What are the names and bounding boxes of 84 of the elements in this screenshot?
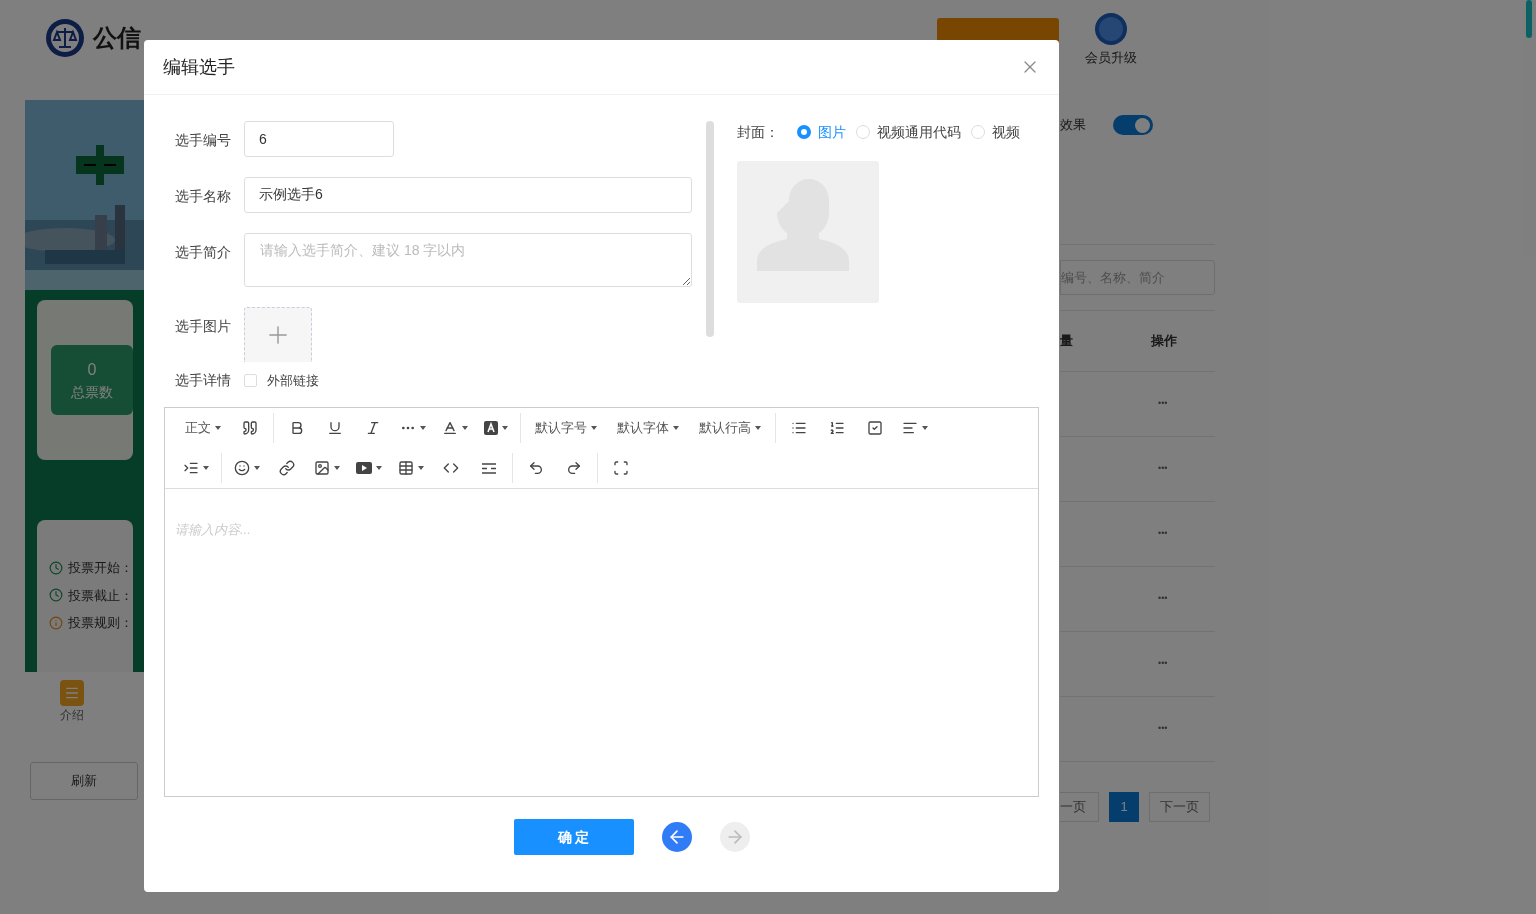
info-label: 投票开始： bbox=[68, 559, 133, 577]
effect-toggle[interactable] bbox=[1113, 115, 1153, 135]
text-field[interactable]: 6 bbox=[244, 121, 394, 157]
clock-icon bbox=[49, 560, 63, 575]
cover-label: 封面： bbox=[737, 122, 779, 142]
divider-icon bbox=[482, 462, 496, 474]
caret-icon bbox=[922, 426, 928, 430]
checkbox-label[interactable]: 外部链接 bbox=[267, 370, 319, 391]
field-label: 选手名称 bbox=[175, 187, 232, 206]
dialog-title: 编辑选手 bbox=[163, 55, 235, 79]
highlight-icon bbox=[484, 421, 498, 435]
row-actions-menu[interactable]: ••• bbox=[1158, 722, 1168, 736]
caret-icon bbox=[462, 426, 468, 430]
caret-icon bbox=[334, 466, 340, 470]
caret-icon bbox=[673, 426, 679, 430]
undo-icon bbox=[528, 460, 544, 476]
logo-text: 公信 bbox=[93, 23, 141, 53]
intro-tab[interactable]: 介绍 bbox=[60, 706, 84, 725]
text-field[interactable]: 示例选手6 bbox=[244, 177, 692, 213]
external-link-checkbox[interactable] bbox=[244, 374, 257, 387]
info-label: 投票规则： bbox=[68, 614, 133, 632]
avatar-placeholder-icon bbox=[737, 161, 879, 303]
fullscreen-icon bbox=[613, 460, 629, 476]
total-votes-value: 0 bbox=[87, 359, 97, 380]
bullet-list-icon bbox=[791, 420, 807, 436]
toolbar-dropdown[interactable]: 正文 bbox=[175, 413, 231, 443]
caret-icon bbox=[755, 426, 761, 430]
link-icon bbox=[279, 460, 295, 476]
form-scrollbar[interactable] bbox=[706, 121, 714, 337]
italic-icon bbox=[365, 420, 381, 436]
effect-label: 效果 bbox=[1060, 116, 1086, 135]
column-header: 操作 bbox=[1151, 332, 1177, 351]
caret-icon bbox=[254, 466, 260, 470]
bold-icon bbox=[289, 420, 305, 436]
caret-icon bbox=[591, 426, 597, 430]
row-actions-menu[interactable]: ••• bbox=[1158, 592, 1168, 606]
radio-button[interactable] bbox=[797, 125, 811, 139]
underline-icon bbox=[327, 420, 343, 436]
indent-icon bbox=[183, 460, 199, 476]
font-color-icon bbox=[442, 420, 458, 436]
image-icon bbox=[314, 460, 330, 476]
field-label: 选手详情 bbox=[175, 371, 232, 390]
caret-icon bbox=[203, 466, 209, 470]
vip-badge-icon bbox=[1094, 12, 1128, 46]
caret-icon bbox=[420, 426, 426, 430]
code-icon bbox=[443, 460, 459, 476]
field-label: 选手编号 bbox=[175, 131, 232, 150]
numbered-list-icon bbox=[829, 420, 845, 436]
logo-icon bbox=[45, 18, 85, 58]
row-actions-menu[interactable]: ••• bbox=[1158, 657, 1168, 671]
previous-arrow-button[interactable] bbox=[661, 822, 692, 852]
field-label: 选手图片 bbox=[175, 317, 232, 336]
info-label: 投票截止： bbox=[68, 586, 133, 605]
radio-label[interactable]: 图片 bbox=[818, 121, 846, 143]
checklist-icon bbox=[867, 420, 883, 436]
caret-icon bbox=[376, 466, 382, 470]
row-actions-menu[interactable]: ••• bbox=[1158, 397, 1168, 411]
emoji-icon bbox=[234, 460, 250, 476]
radio-label[interactable]: 视频通用代码 bbox=[877, 121, 961, 143]
quote-icon bbox=[242, 420, 258, 436]
redo-icon bbox=[566, 460, 582, 476]
page-scrollbar[interactable] bbox=[1526, 0, 1532, 38]
toolbar-dropdown[interactable]: 默认字号 bbox=[525, 413, 607, 443]
clock-icon bbox=[49, 588, 63, 603]
toolbar-dropdown[interactable]: 默认行高 bbox=[689, 413, 771, 443]
column-header: 量 bbox=[1060, 332, 1073, 351]
toolbar-dropdown[interactable]: 默认字体 bbox=[607, 413, 689, 443]
total-votes-label: 总票数 bbox=[71, 382, 113, 402]
video-icon bbox=[356, 462, 372, 474]
vip-upgrade-link[interactable]: 会员升级 bbox=[1085, 48, 1137, 68]
align-icon bbox=[902, 420, 918, 436]
radio-label[interactable]: 视频 bbox=[992, 121, 1020, 143]
row-actions-menu[interactable]: ••• bbox=[1158, 462, 1168, 476]
table-icon bbox=[398, 460, 414, 476]
confirm-button[interactable]: 确 定 bbox=[513, 819, 634, 855]
field-label: 选手简介 bbox=[175, 243, 232, 262]
caret-icon bbox=[418, 466, 424, 470]
intro-textarea[interactable]: 请输入选手简介、建议 18 字以内 bbox=[244, 233, 692, 287]
refresh-button[interactable]: 刷新 bbox=[30, 762, 138, 800]
info-icon bbox=[49, 615, 63, 630]
page-button[interactable]: 1 bbox=[1109, 792, 1139, 822]
caret-icon bbox=[502, 426, 508, 430]
row-actions-menu[interactable]: ••• bbox=[1158, 527, 1168, 541]
caret-icon bbox=[215, 426, 221, 430]
